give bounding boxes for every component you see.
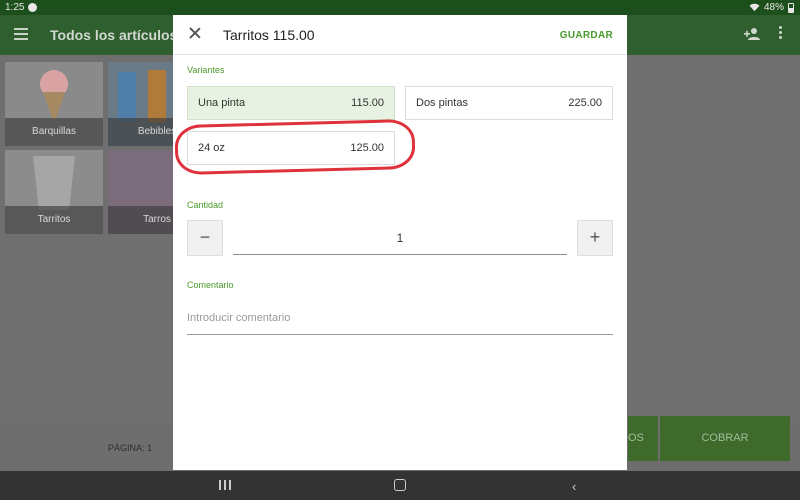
variants-label: Variantes [187, 65, 225, 75]
save-button[interactable]: GUARDAR [560, 30, 613, 41]
wifi-icon [749, 3, 760, 12]
variant-option[interactable]: Dos pintas 225.00 [405, 86, 613, 120]
menu-icon[interactable] [14, 28, 28, 40]
status-bar: 1:25 48% [0, 0, 800, 15]
notification-icon [28, 3, 37, 12]
comment-label: Comentario [187, 280, 234, 290]
variant-name: Una pinta [198, 97, 246, 109]
add-person-icon[interactable] [744, 27, 760, 44]
dialog-title: Tarritos 115.00 [223, 27, 315, 43]
item-tile[interactable]: Tarritos [5, 150, 103, 234]
variant-name: Dos pintas [416, 97, 468, 109]
dialog-header: Tarritos 115.00 GUARDAR [173, 15, 627, 55]
variant-price: 225.00 [568, 97, 602, 109]
variant-dialog: Tarritos 115.00 GUARDAR Variantes Una pi… [173, 15, 627, 470]
quantity-input[interactable]: 1 [233, 225, 567, 255]
annotation-circle [174, 118, 416, 176]
partial-button[interactable]: OS [628, 416, 658, 461]
variant-price: 115.00 [351, 97, 384, 109]
charge-button[interactable]: COBRAR [660, 416, 790, 461]
home-icon[interactable] [394, 479, 406, 491]
recents-icon[interactable] [219, 480, 231, 491]
battery-icon [788, 2, 794, 13]
more-vert-icon[interactable] [779, 26, 783, 41]
close-icon[interactable] [189, 27, 201, 39]
comment-input[interactable]: Introducir comentario [187, 307, 613, 335]
battery-percent: 48% [763, 2, 784, 13]
system-nav-bar: ‹ [0, 471, 800, 500]
status-time: 1:25 [5, 2, 25, 13]
item-tile[interactable]: Barquillas [5, 62, 103, 146]
item-label: Barquillas [5, 118, 103, 146]
decrement-button[interactable]: − [187, 220, 223, 256]
back-icon[interactable]: ‹ [572, 479, 576, 494]
quantity-label: Cantidad [187, 200, 224, 210]
partial-button-label: OS [628, 432, 644, 444]
app-title: Todos los artículos [50, 27, 178, 43]
page-indicator: PÁGINA: 1 [108, 443, 153, 453]
variant-option[interactable]: Una pinta 115.00 [187, 86, 395, 120]
item-label: Tarritos [5, 206, 103, 234]
increment-button[interactable]: + [577, 220, 613, 256]
